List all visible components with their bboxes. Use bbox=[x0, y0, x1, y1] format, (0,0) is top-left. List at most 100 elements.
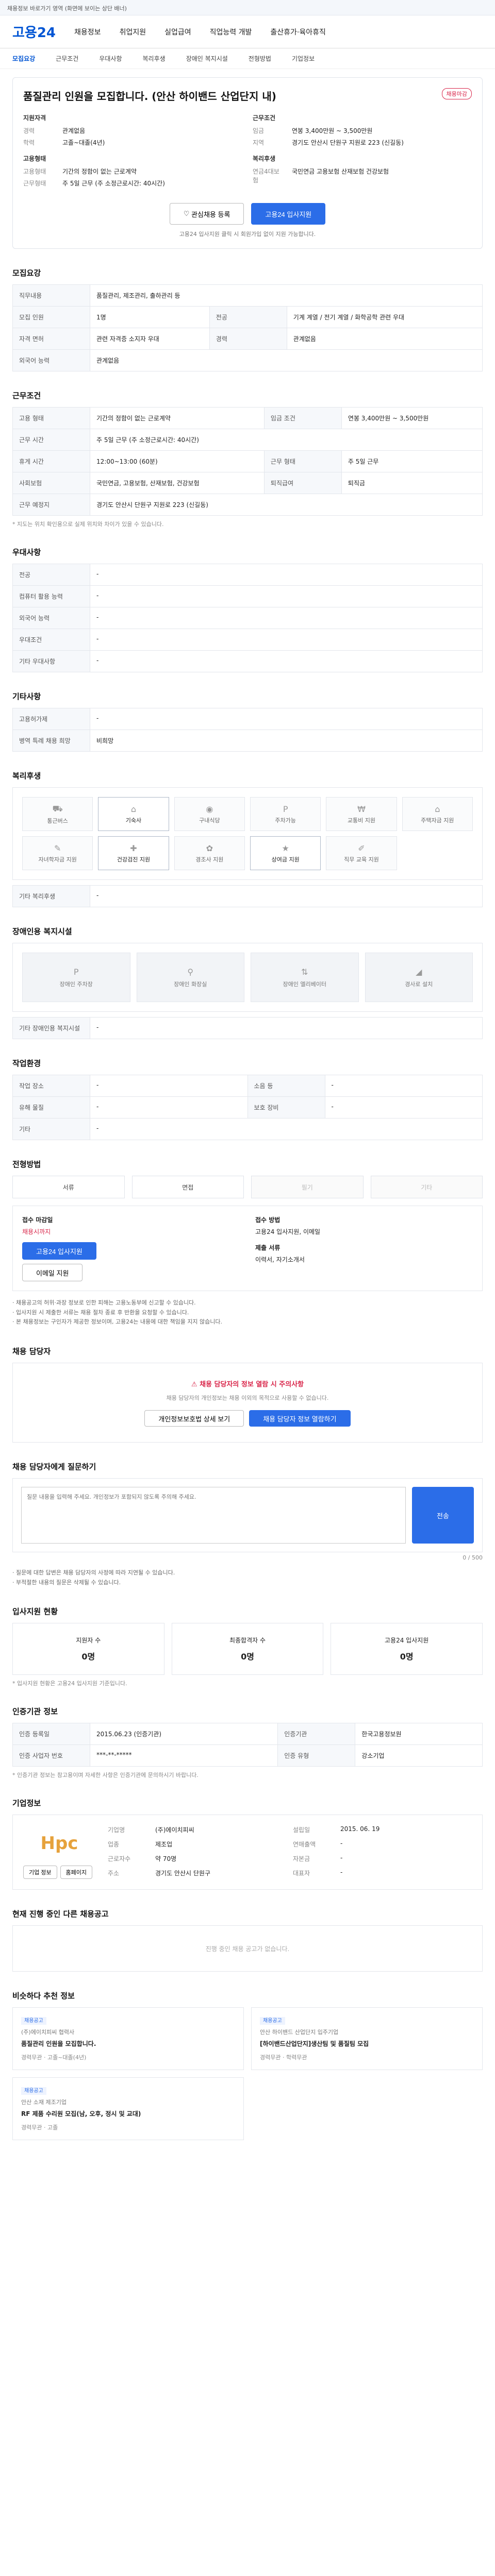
apply-info-box: 접수 마감일 채용시까지 고용24 입사지원 이메일 지원 접수 방법 고용24… bbox=[12, 1206, 483, 1291]
recommend-card[interactable]: 채용공고 (주)에이치피씨 협력사 품질관리 인원을 모집합니다. 경력무관 ·… bbox=[12, 2007, 244, 2071]
cell-value: - bbox=[324, 1096, 483, 1118]
tile-label: 통근버스 bbox=[47, 817, 68, 824]
cell-value: - bbox=[90, 564, 483, 586]
disabled-tile: ⚲ 장애인 화장실 bbox=[136, 953, 244, 1002]
other-table: 고용허가제 - 병역 특례 채용 희망 비희망 bbox=[12, 708, 483, 752]
tile-label: 주차가능 bbox=[275, 817, 296, 824]
cell-value: 비희망 bbox=[90, 730, 483, 752]
gnb-item[interactable]: 실업급여 bbox=[164, 27, 191, 37]
stat-label: 지원자 수 bbox=[76, 1637, 101, 1645]
rec-badge: 채용공고 bbox=[21, 2017, 46, 2025]
tab-method[interactable]: 전형방법 bbox=[249, 54, 271, 63]
privacy-detail-button[interactable]: 개인정보보호법 상세 보기 bbox=[144, 1410, 244, 1427]
cell-value: ***-**-***** bbox=[89, 1744, 278, 1767]
info-key: 연매출액 bbox=[293, 1841, 316, 1849]
cell-head: 근무 시간 bbox=[12, 429, 90, 451]
homepage-button[interactable]: 홈페이지 bbox=[60, 1866, 93, 1879]
info-value: (주)에이치피씨 bbox=[155, 1826, 194, 1834]
rec-company: 안산 소재 제조기업 bbox=[21, 2099, 67, 2106]
prefer-table: 전공 - 컴퓨터 활용 능력 - 외국어 능력 - 우대조건 - 기타 우대사항 - bbox=[12, 564, 483, 672]
tile-label: 경조사 지원 bbox=[195, 856, 224, 863]
cell-head: 인증 사업자 번호 bbox=[12, 1744, 90, 1767]
cell-value: - bbox=[90, 650, 483, 672]
tab-welfare[interactable]: 복리후생 bbox=[143, 54, 166, 63]
kv-value: 국민연금 고용보험 산재보험 건강보험 bbox=[292, 168, 389, 175]
send-question-button[interactable]: 전송 bbox=[412, 1487, 474, 1544]
method-steps: 서류 면접 필기 기타 bbox=[12, 1176, 483, 1198]
kv-value: 관계없음 bbox=[62, 127, 86, 134]
manager-box: ⚠ 채용 담당자의 정보 열람 시 주의사항 채용 담당자의 개인정보는 채용 … bbox=[12, 1363, 483, 1443]
cell-value: 국민연금, 고용보험, 산재보험, 건강보험 bbox=[90, 472, 265, 494]
kv-value: 연봉 3,400만원 ~ 3,500만원 bbox=[292, 127, 373, 134]
gnb-item[interactable]: 채용정보 bbox=[74, 27, 101, 37]
welfare-tile: ⌂ 기숙사 bbox=[98, 797, 169, 831]
warning-item: · 채용공고의 허위·과장 정보로 인한 피해는 고용노동부에 신고할 수 있습… bbox=[12, 1299, 196, 1306]
section-title-recruit: 모집요강 bbox=[12, 268, 41, 278]
welfare-tile: ⌂ 주택자금 지원 bbox=[402, 797, 473, 831]
company-info-button[interactable]: 기업 정보 bbox=[23, 1866, 57, 1879]
qna-note: · 부적절한 내용의 질문은 삭제될 수 있습니다. bbox=[12, 1579, 121, 1586]
cell-head: 기타 복리후생 bbox=[12, 885, 90, 907]
cell-head: 보호 장비 bbox=[247, 1096, 325, 1118]
info-value: 2015. 06. 19 bbox=[340, 1825, 380, 1833]
info-key: 업종 bbox=[108, 1841, 120, 1849]
recommend-card[interactable]: 채용공고 안산 하이밴드 산업단지 입주기업 [하이밴드산업단지]생산팀 및 품… bbox=[251, 2007, 483, 2071]
condition-table: 고용 형태 기간의 정함이 없는 근로계약 임금 조건 연봉 3,400만원 ~ 3,… bbox=[12, 407, 483, 516]
email-apply-button[interactable]: 이메일 지원 bbox=[22, 1264, 83, 1281]
tab-company[interactable]: 기업정보 bbox=[292, 54, 315, 63]
method-step: 기타 bbox=[370, 1176, 483, 1198]
cell-value: - bbox=[90, 607, 483, 629]
tab-condition[interactable]: 근무조건 bbox=[56, 54, 78, 63]
gnb-item[interactable]: 취업지원 bbox=[120, 27, 146, 37]
section-title-welfare: 복리후생 bbox=[12, 771, 41, 781]
gnb-item[interactable]: 출산휴가·육아휴직 bbox=[270, 27, 326, 37]
method-step: 필기 bbox=[251, 1176, 364, 1198]
cell-value: 관계없음 bbox=[286, 328, 483, 350]
parking-icon: P bbox=[73, 967, 79, 977]
alert-icon: ⚠ bbox=[191, 1381, 200, 1389]
cell-value: 품질관리, 제조관리, 출하관리 등 bbox=[90, 284, 483, 307]
tab-prefer[interactable]: 우대사항 bbox=[99, 54, 122, 63]
welfare-tile: ✚ 건강검진 지원 bbox=[98, 836, 169, 870]
stat-value: 0명 bbox=[400, 1652, 414, 1662]
others-empty: 진행 중인 채용 공고가 없습니다. bbox=[12, 1925, 483, 1972]
cell-head: 소음 등 bbox=[247, 1075, 325, 1097]
cell-value: - bbox=[324, 1075, 483, 1097]
kv-value: 기간의 정함이 없는 근로계약 bbox=[62, 168, 137, 175]
tile-label: 주택자금 지원 bbox=[421, 817, 454, 824]
apply-button-2[interactable]: 고용24 입사지원 bbox=[22, 1242, 96, 1260]
recommend-card[interactable]: 채용공고 안산 소재 제조기업 RF 제품 수리원 모집(남, 오후, 정시 및… bbox=[12, 2077, 244, 2141]
tab-disabled[interactable]: 장애인 복지시설 bbox=[186, 54, 228, 63]
toilet-icon: ⚲ bbox=[187, 967, 194, 977]
welfare-tile: ⛟ 통근버스 bbox=[22, 797, 93, 831]
qna-box: 전송 bbox=[12, 1478, 483, 1553]
info-value: 제조업 bbox=[155, 1841, 173, 1849]
info-key: 자본금 bbox=[293, 1855, 310, 1863]
question-input[interactable] bbox=[21, 1487, 406, 1544]
cell-head: 컴퓨터 활용 능력 bbox=[12, 585, 90, 607]
welfare-tile: ★ 상여금 지원 bbox=[250, 836, 321, 870]
apply-button[interactable]: 고용24 입사지원 bbox=[251, 203, 326, 225]
fee-icon: ₩ bbox=[357, 804, 366, 814]
section-tabs: 모집요강 근무조건 우대사항 복리후생 장애인 복지시설 전형방법 기업정보 bbox=[0, 48, 495, 69]
disabled-tile: ◢ 경사로 설치 bbox=[365, 953, 473, 1002]
cell-value: - bbox=[90, 885, 483, 907]
view-manager-button[interactable]: 채용 담당자 정보 열람하기 bbox=[249, 1410, 351, 1427]
cell-head: 퇴직급여 bbox=[263, 472, 342, 494]
rec-meta: 경력무관 · 학력무관 bbox=[260, 2054, 307, 2061]
apply-note: 고용24 입사지원 클릭 시 회원가입 없이 지원 가능합니다. bbox=[179, 231, 316, 238]
stat-label: 최종합격자 수 bbox=[229, 1637, 266, 1645]
scrap-button[interactable]: ♡ 관심채용 등록 bbox=[169, 203, 244, 225]
warning-list: · 채용공고의 허위·과장 정보로 인한 피해는 고용노동부에 신고할 수 있습… bbox=[12, 1298, 483, 1327]
health-icon: ✚ bbox=[130, 843, 137, 853]
cell-head: 고용허가제 bbox=[12, 708, 90, 730]
cell-value: 관련 자격증 소지자 우대 bbox=[90, 328, 210, 350]
stat-card: 최종합격자 수 0명 bbox=[171, 1623, 324, 1675]
gnb-item[interactable]: 직업능력 개발 bbox=[210, 27, 252, 37]
elevator-icon: ⇅ bbox=[301, 967, 308, 977]
tile-label: 장애인 엘리베이터 bbox=[283, 980, 326, 988]
site-logo[interactable]: 고용24 bbox=[12, 22, 56, 41]
cell-value: 경기도 안산시 단원구 지원로 223 (신길동) bbox=[90, 494, 483, 516]
condition-note: * 지도는 위치 확인용으로 실제 위치와 차이가 있을 수 있습니다. bbox=[12, 521, 164, 528]
tab-recruit[interactable]: 모집요강 bbox=[12, 54, 35, 63]
